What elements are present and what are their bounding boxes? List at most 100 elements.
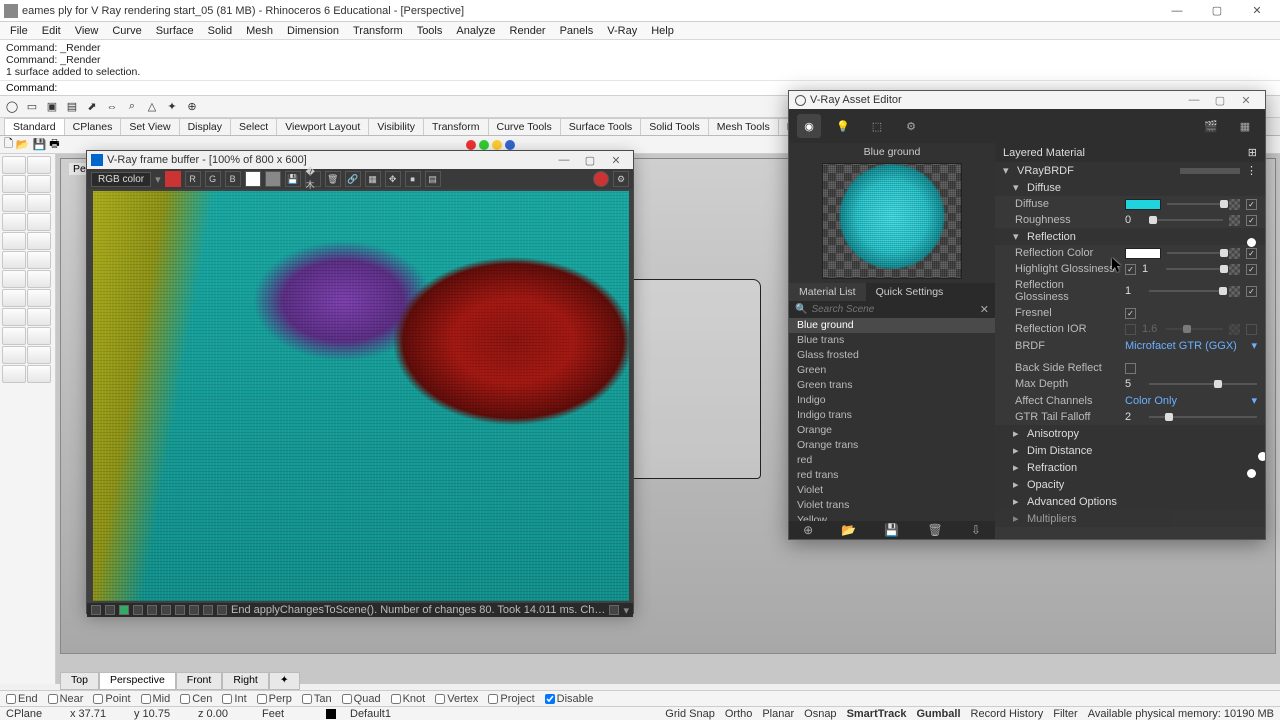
list-item[interactable]: Blue ground	[789, 318, 995, 333]
menu-file[interactable]: File	[4, 23, 34, 39]
tool-button[interactable]	[2, 308, 26, 326]
save-icon[interactable]: 💾	[33, 138, 47, 151]
channel-select[interactable]: RGB color	[91, 172, 151, 187]
tab-standard[interactable]: Standard	[4, 118, 65, 135]
tool-icon[interactable]: ⇔	[104, 99, 120, 115]
menu-dimension[interactable]: Dimension	[281, 23, 345, 39]
fb-max[interactable]: ▢	[577, 154, 603, 167]
map-icon[interactable]	[1229, 199, 1240, 210]
add-layer-icon[interactable]: ⊞	[1248, 146, 1257, 159]
color-dot[interactable]	[479, 140, 489, 150]
tool-button[interactable]	[27, 194, 51, 212]
tab-display[interactable]: Display	[179, 118, 231, 135]
region-icon[interactable]: ▦	[365, 171, 381, 187]
tab-curve-tools[interactable]: Curve Tools	[488, 118, 561, 135]
render-icon[interactable]: 🎬	[1199, 114, 1223, 138]
tool-button[interactable]	[2, 270, 26, 288]
osnap-quad[interactable]: Quad	[342, 693, 381, 705]
status-icon[interactable]	[161, 605, 171, 615]
section-advanced[interactable]: ▸Advanced Options	[995, 493, 1265, 510]
materials-icon[interactable]: ◉	[797, 114, 821, 138]
print-icon[interactable]: 🖶	[49, 136, 59, 154]
tool-button[interactable]	[27, 156, 51, 174]
flag-osnap[interactable]: Osnap	[804, 708, 836, 720]
section-dim-distance[interactable]: ▸Dim Distance	[995, 442, 1265, 459]
tab-mesh-tools[interactable]: Mesh Tools	[708, 118, 779, 135]
list-item[interactable]: Blue trans	[789, 333, 995, 348]
tool-button[interactable]	[27, 232, 51, 250]
status-icon[interactable]	[147, 605, 157, 615]
osnap-project[interactable]: Project	[488, 693, 534, 705]
tool-button[interactable]	[27, 365, 51, 383]
tab-solid-tools[interactable]: Solid Tools	[640, 118, 709, 135]
flag-record[interactable]: Record History	[971, 708, 1044, 720]
section-refraction[interactable]: ▸Refraction	[995, 459, 1265, 476]
tool-button[interactable]	[2, 327, 26, 345]
flag-ortho[interactable]: Ortho	[725, 708, 753, 720]
delete-icon[interactable]: 🗑	[927, 523, 942, 537]
section-anisotropy[interactable]: ▸Anisotropy	[995, 425, 1265, 442]
flag-filter[interactable]: Filter	[1053, 708, 1077, 720]
tab-select[interactable]: Select	[230, 118, 277, 135]
list-item[interactable]: Indigo trans	[789, 408, 995, 423]
menu-solid[interactable]: Solid	[202, 23, 238, 39]
status-icon[interactable]	[119, 605, 129, 615]
osnap-vertex[interactable]: Vertex	[435, 693, 478, 705]
link-icon[interactable]: 🔗	[345, 171, 361, 187]
status-icon[interactable]	[609, 605, 619, 615]
osnap-mid[interactable]: Mid	[141, 693, 171, 705]
mono-white-icon[interactable]	[245, 171, 261, 187]
list-item[interactable]: Orange trans	[789, 438, 995, 453]
menu-tools[interactable]: Tools	[411, 23, 449, 39]
record-icon[interactable]	[593, 171, 609, 187]
tool-button[interactable]	[2, 175, 26, 193]
status-icon[interactable]	[175, 605, 185, 615]
tool-button[interactable]	[27, 346, 51, 364]
fb-close[interactable]: ✕	[603, 154, 629, 167]
color-dot[interactable]	[505, 140, 515, 150]
material-preview[interactable]	[822, 163, 962, 279]
close-button[interactable]: ✕	[1238, 1, 1276, 21]
mono-grey-icon[interactable]	[265, 171, 281, 187]
slider[interactable]	[1167, 203, 1223, 205]
vae-titlebar[interactable]: V-Ray Asset Editor — ▢ ✕	[789, 91, 1265, 109]
tool-button[interactable]	[27, 213, 51, 231]
tool-icon[interactable]: ▭	[24, 99, 40, 115]
new-icon[interactable]: 🗋	[4, 136, 13, 154]
status-icon[interactable]	[91, 605, 101, 615]
status-icon[interactable]	[105, 605, 115, 615]
tool-icon[interactable]: ▤	[64, 99, 80, 115]
vtab-add[interactable]: ✦	[269, 672, 300, 690]
tab-viewport-layout[interactable]: Viewport Layout	[276, 118, 369, 135]
color-swatch[interactable]	[1125, 248, 1161, 259]
menu-icon[interactable]: ⋮	[1246, 164, 1257, 177]
status-icon[interactable]	[203, 605, 213, 615]
section-multipliers[interactable]: ▸Multipliers	[995, 510, 1265, 527]
cc-icon[interactable]: ▤	[425, 171, 441, 187]
list-item[interactable]: Yellow	[789, 513, 995, 521]
tab-visibility[interactable]: Visibility	[368, 118, 424, 135]
vae-max[interactable]: ▢	[1207, 94, 1233, 107]
vtab-front[interactable]: Front	[176, 672, 223, 690]
map-icon[interactable]	[1229, 215, 1240, 226]
tool-icon[interactable]: ▣	[44, 99, 60, 115]
geometry-icon[interactable]: ⬚	[865, 114, 889, 138]
tab-material-list[interactable]: Material List	[789, 283, 866, 301]
list-item[interactable]: Indigo	[789, 393, 995, 408]
add-material-icon[interactable]: ⊕	[803, 523, 813, 537]
tool-icon[interactable]: ⌕	[124, 99, 140, 115]
tab-setview[interactable]: Set View	[120, 118, 179, 135]
color-dot[interactable]	[492, 140, 502, 150]
brdf-dropdown[interactable]: Microfacet GTR (GGX)	[1125, 340, 1245, 352]
tool-button[interactable]	[27, 175, 51, 193]
status-units[interactable]: Feet	[262, 708, 312, 720]
vae-min[interactable]: —	[1181, 94, 1207, 106]
flag-smarttrack[interactable]: SmartTrack	[847, 708, 907, 720]
osnap-tan[interactable]: Tan	[302, 693, 332, 705]
tab-surface-tools[interactable]: Surface Tools	[560, 118, 641, 135]
geometry-object[interactable]	[621, 279, 761, 479]
slider[interactable]	[1149, 219, 1223, 221]
lights-icon[interactable]: 💡	[831, 114, 855, 138]
fb-min[interactable]: —	[551, 154, 577, 166]
vae-close[interactable]: ✕	[1233, 94, 1259, 107]
